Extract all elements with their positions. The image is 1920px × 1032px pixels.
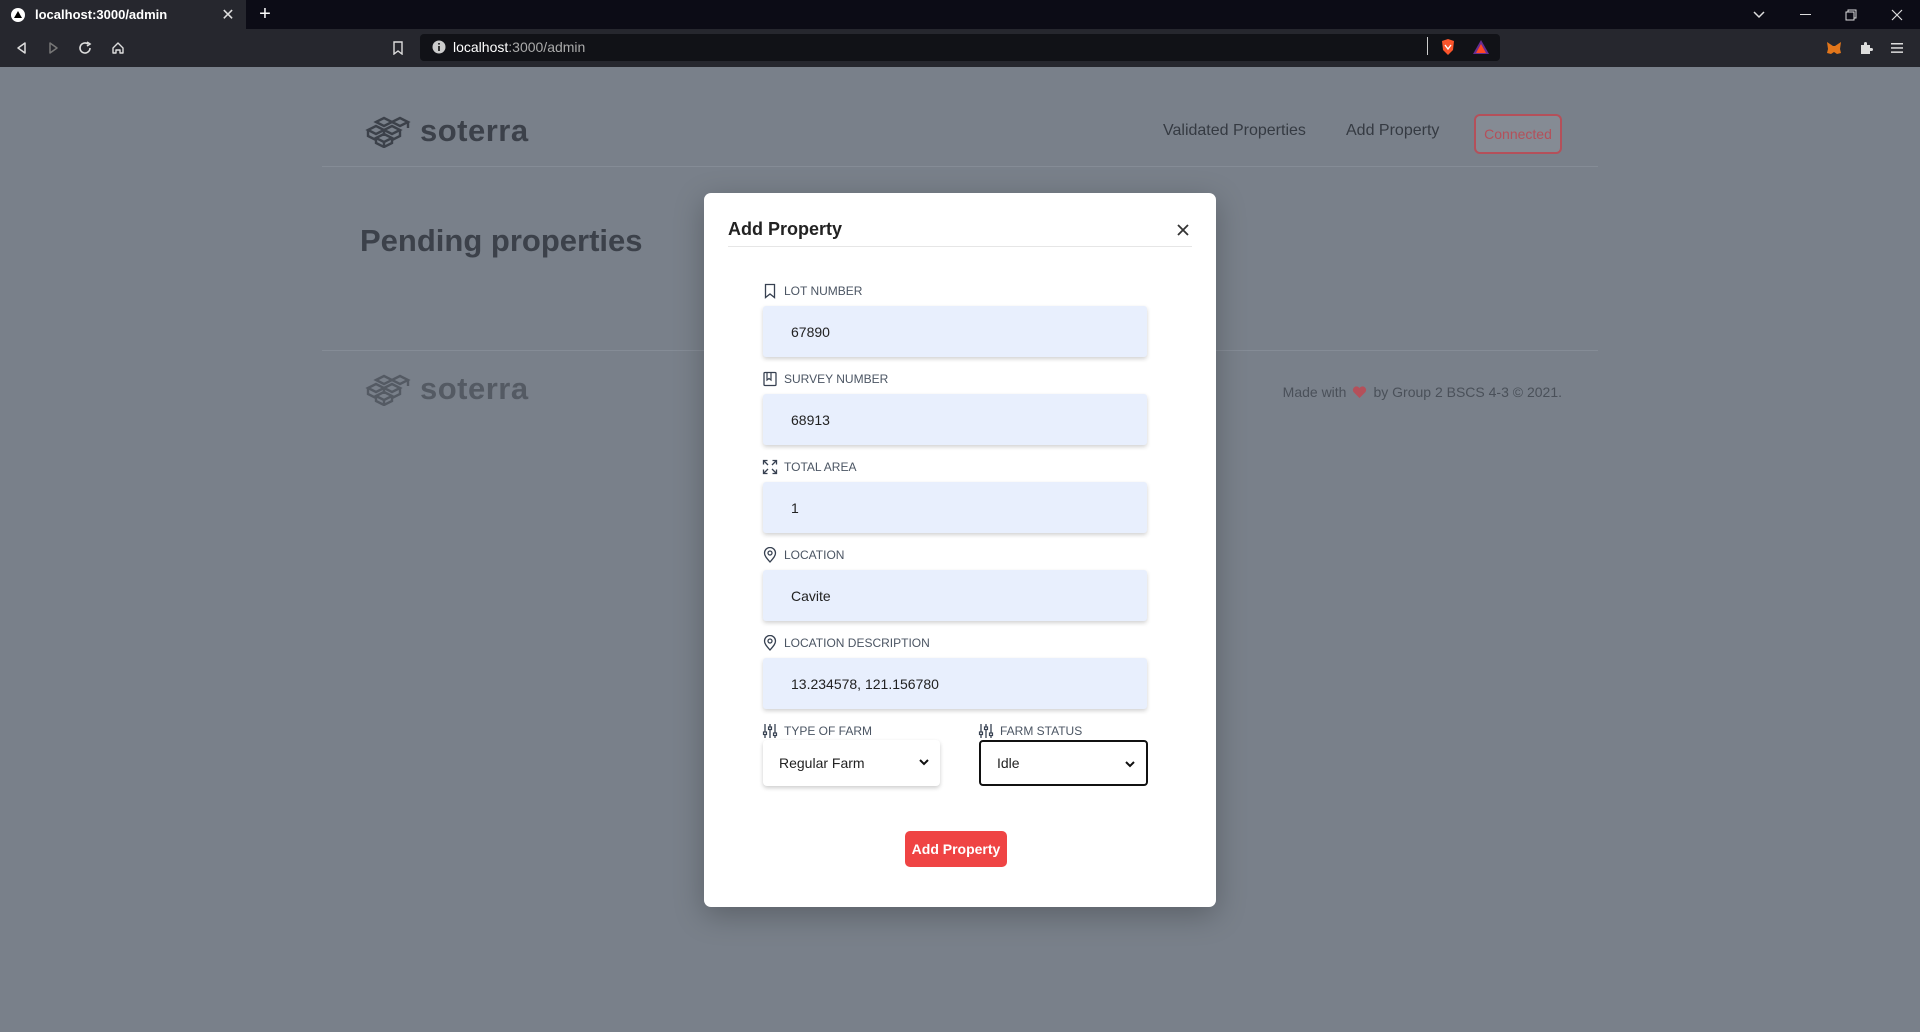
- heart-icon: [1353, 385, 1367, 398]
- farm-status-label: FARM STATUS: [978, 723, 1082, 739]
- metamask-icon[interactable]: [1823, 37, 1845, 59]
- total-area-input[interactable]: 1: [763, 482, 1147, 533]
- credit-text: by Group 2 BSCS 4-3 © 2021.: [1373, 384, 1562, 400]
- close-window-icon[interactable]: [1874, 0, 1920, 29]
- lot-number-label: LOT NUMBER: [762, 283, 862, 299]
- type-of-farm-select[interactable]: Regular Farm: [763, 740, 940, 786]
- add-property-button[interactable]: Add Property: [905, 831, 1007, 867]
- brand-name: soterra: [420, 113, 529, 148]
- map-pin-icon: [763, 635, 777, 651]
- url-text: localhost:3000/admin: [453, 39, 586, 55]
- brave-rewards-icon[interactable]: [1470, 36, 1492, 58]
- bookmark-icon[interactable]: [387, 37, 409, 59]
- browser-tab[interactable]: localhost:3000/admin ✕: [0, 0, 246, 29]
- tab-title: localhost:3000/admin: [35, 7, 168, 22]
- nav-link-add-property[interactable]: Add Property: [1346, 122, 1439, 140]
- farm-status-value: Idle: [997, 755, 1020, 771]
- survey-number-input[interactable]: 68913: [763, 394, 1147, 445]
- home-icon[interactable]: [107, 37, 129, 59]
- minimize-icon[interactable]: [1782, 0, 1828, 29]
- restore-icon[interactable]: [1828, 0, 1874, 29]
- menu-icon[interactable]: [1886, 37, 1908, 59]
- type-of-farm-label: TYPE OF FARM: [762, 723, 872, 739]
- chevron-down-icon: [919, 759, 929, 766]
- expand-icon: [762, 459, 778, 475]
- browser-tabbar: localhost:3000/admin ✕ +: [0, 0, 1920, 29]
- brave-shield-icon[interactable]: [1437, 36, 1459, 58]
- close-tab-icon[interactable]: ✕: [218, 5, 238, 25]
- total-area-label: TOTAL AREA: [762, 459, 856, 475]
- address-bar[interactable]: localhost:3000/admin: [420, 34, 1500, 61]
- map-pin-icon: [763, 547, 777, 563]
- page-title: Pending properties: [360, 223, 643, 258]
- type-of-farm-value: Regular Farm: [779, 755, 865, 771]
- site-navbar: soterra Validated Properties Add Propert…: [322, 67, 1598, 167]
- modal-header: Add Property: [728, 219, 1192, 247]
- chevron-down-icon: [1125, 761, 1135, 768]
- footer-brand-name: soterra: [420, 371, 529, 406]
- sliders-icon: [762, 724, 778, 738]
- site-logo[interactable]: soterra: [364, 113, 529, 149]
- add-property-modal: Add Property LOT NUMBER 67890 SURVEY NUM…: [704, 193, 1216, 907]
- location-input[interactable]: Cavite: [763, 570, 1147, 621]
- sliders-icon: [978, 724, 994, 738]
- triangle-icon: [11, 7, 25, 22]
- farm-status-select[interactable]: Idle: [979, 740, 1148, 786]
- browser-toolbar: localhost:3000/admin: [0, 29, 1920, 67]
- close-icon[interactable]: [1174, 221, 1192, 239]
- footer-credit: Made with by Group 2 BSCS 4-3 © 2021.: [1283, 384, 1562, 400]
- made-with-text: Made with: [1282, 384, 1347, 400]
- location-label: LOCATION: [762, 547, 844, 563]
- tab-search-icon[interactable]: [1736, 0, 1782, 29]
- nav-link-validated-properties[interactable]: Validated Properties: [1163, 122, 1306, 140]
- bookmark-icon: [764, 283, 776, 299]
- cubes-logo-icon: [365, 116, 411, 148]
- new-tab-icon[interactable]: +: [254, 3, 276, 25]
- location-description-label: LOCATION DESCRIPTION: [762, 635, 930, 651]
- reload-icon[interactable]: [74, 37, 96, 59]
- toolbar-separator: [1427, 37, 1428, 55]
- back-icon[interactable]: [11, 37, 33, 59]
- cubes-logo-icon: [365, 374, 411, 406]
- survey-number-label: SURVEY NUMBER: [762, 371, 888, 387]
- footer-logo[interactable]: soterra: [364, 371, 529, 407]
- connected-button[interactable]: Connected: [1474, 114, 1562, 154]
- book-icon: [763, 371, 777, 387]
- extensions-icon[interactable]: [1855, 37, 1877, 59]
- lot-number-input[interactable]: 67890: [763, 306, 1147, 357]
- location-description-input[interactable]: 13.234578, 121.156780: [763, 658, 1147, 709]
- modal-title: Add Property: [728, 219, 843, 239]
- forward-icon[interactable]: [42, 37, 64, 59]
- info-icon[interactable]: [432, 40, 446, 54]
